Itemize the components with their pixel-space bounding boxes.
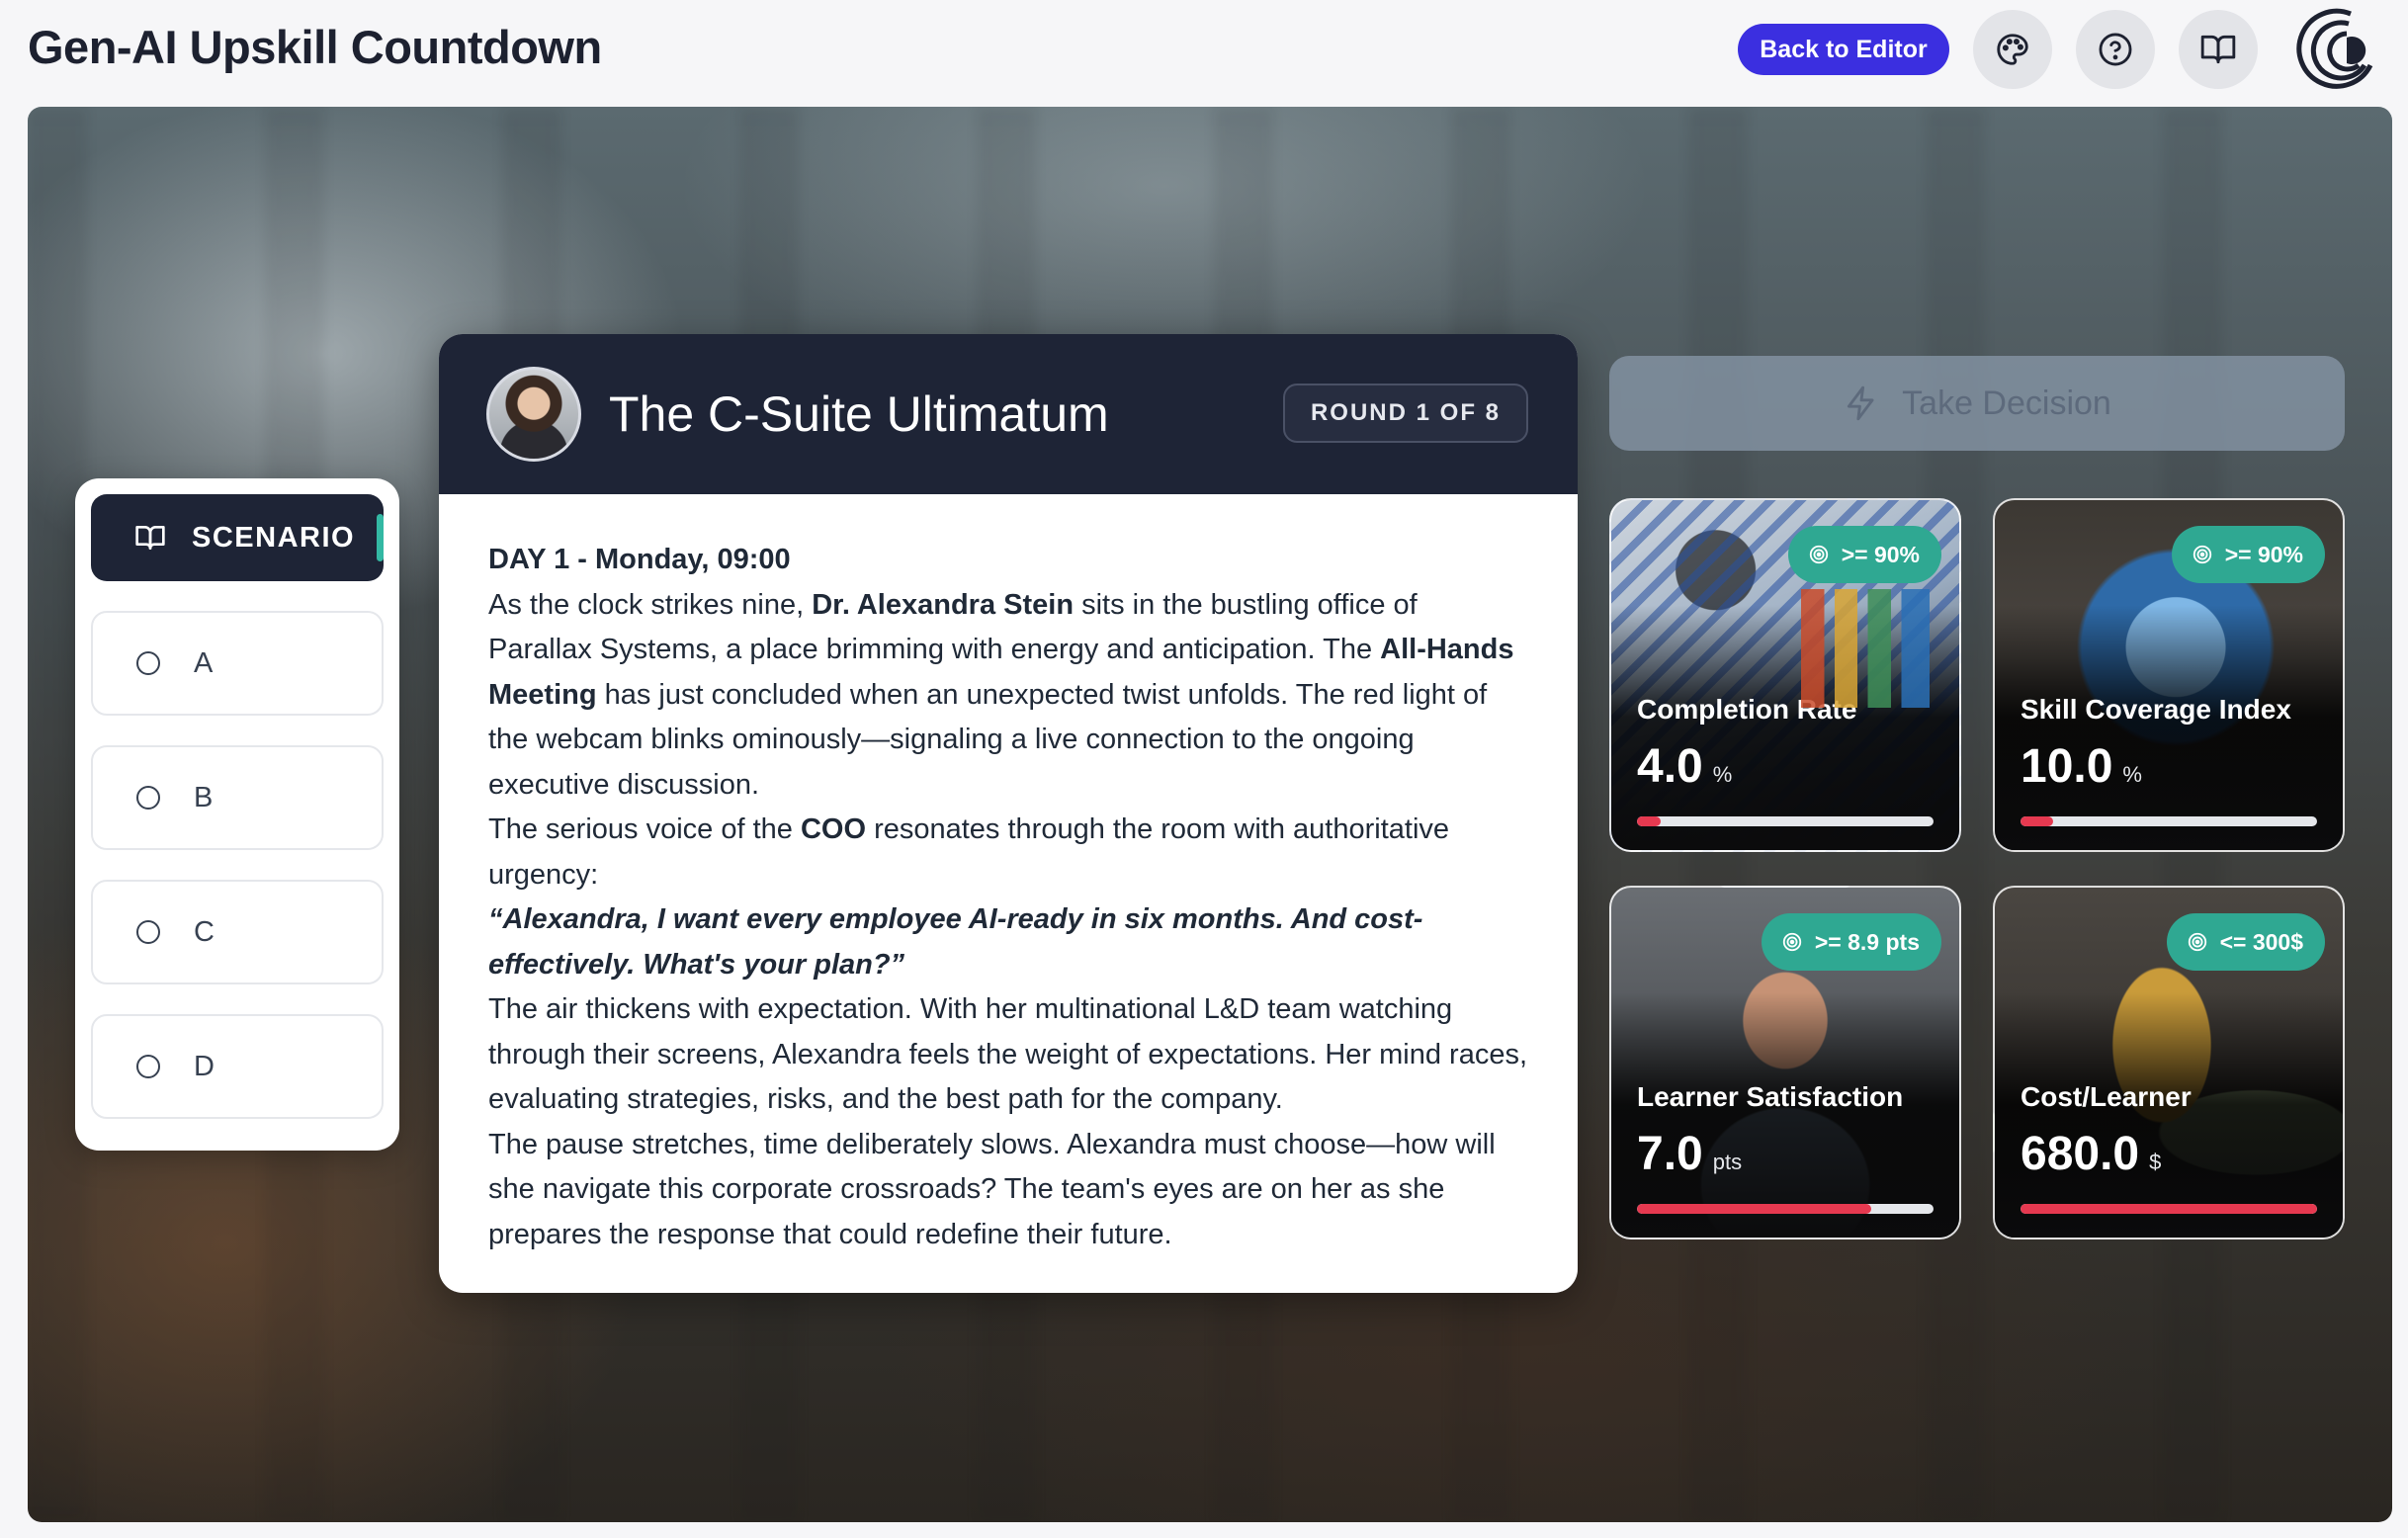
- back-to-editor-button[interactable]: Back to Editor: [1738, 24, 1949, 75]
- kpi-skill-coverage: >= 90% Skill Coverage Index 10.0%: [1993, 498, 2345, 852]
- kpi-completion-rate: >= 90% Completion Rate 4.0%: [1609, 498, 1961, 852]
- option-b[interactable]: B: [91, 745, 384, 850]
- option-d[interactable]: D: [91, 1014, 384, 1119]
- theme-button[interactable]: [1973, 10, 2052, 89]
- scenario-tab-label: SCENARIO: [192, 521, 356, 554]
- book-icon: [2200, 35, 2236, 64]
- kpi-learner-satisfaction: >= 8.9 pts Learner Satisfaction 7.0 pts: [1609, 886, 1961, 1239]
- avatar: [486, 367, 581, 462]
- kpi-value: 7.0 pts: [1637, 1128, 1743, 1180]
- take-decision-button[interactable]: Take Decision: [1609, 356, 2345, 451]
- kpi-label: Cost/Learner: [2021, 1081, 2192, 1112]
- kpi-progress: [2021, 816, 2317, 826]
- target-icon: [2192, 544, 2213, 565]
- option-a[interactable]: A: [91, 611, 384, 716]
- scenario-header: The C-Suite Ultimatum ROUND 1 OF 8: [439, 334, 1578, 494]
- scenario-tab[interactable]: SCENARIO: [91, 494, 384, 581]
- option-label: C: [194, 915, 215, 948]
- palette-icon: [1997, 34, 2028, 65]
- kpi-label: Learner Satisfaction: [1637, 1081, 1904, 1112]
- book-open-icon: [134, 522, 166, 554]
- kpi-target-badge: >= 90%: [2171, 526, 2325, 583]
- choice-panel: SCENARIO A B C D: [75, 478, 399, 1151]
- kpi-label: Completion Rate: [1637, 694, 1857, 725]
- radio-icon: [136, 786, 160, 810]
- option-label: D: [194, 1050, 215, 1082]
- radio-icon: [136, 651, 160, 675]
- coo-quote: “Alexandra, I want every employee AI-rea…: [488, 903, 1423, 981]
- kpi-value: 4.0%: [1637, 740, 1733, 793]
- kpi-cost-per-learner: <= 300$ Cost/Learner 680.0 $: [1993, 886, 2345, 1239]
- kpi-progress: [1637, 816, 1934, 826]
- option-label: B: [194, 781, 214, 813]
- target-icon: [1781, 931, 1803, 953]
- scenario-day: DAY 1 - Monday, 09:00: [488, 544, 791, 575]
- kpi-target-badge: <= 300$: [2166, 913, 2325, 971]
- game-stage: SCENARIO A B C D The C-Suite Ultimatum R…: [28, 107, 2392, 1522]
- option-label: A: [194, 646, 214, 679]
- kpi-target-badge: >= 90%: [1787, 526, 1941, 583]
- lightning-icon: [1843, 384, 1880, 422]
- guide-button[interactable]: [2179, 10, 2258, 89]
- option-c[interactable]: C: [91, 880, 384, 984]
- kpi-value: 10.0%: [2021, 740, 2142, 793]
- kpi-target-badge: >= 8.9 pts: [1761, 913, 1941, 971]
- app-logo-icon: [2296, 8, 2373, 89]
- round-badge: ROUND 1 OF 8: [1282, 384, 1528, 443]
- kpi-label: Skill Coverage Index: [2021, 694, 2291, 725]
- kpi-progress: [2021, 1204, 2317, 1214]
- scenario-card: The C-Suite Ultimatum ROUND 1 OF 8 DAY 1…: [439, 334, 1578, 1293]
- help-button[interactable]: [2076, 10, 2155, 89]
- radio-icon: [136, 1055, 160, 1078]
- kpi-value: 680.0 $: [2021, 1128, 2162, 1180]
- target-icon: [2187, 931, 2208, 953]
- scenario-paragraph: The air thickens with expectation. With …: [488, 993, 1528, 1115]
- scenario-title: The C-Suite Ultimatum: [609, 386, 1109, 442]
- scenario-text: DAY 1 - Monday, 09:00 As the clock strik…: [439, 494, 1578, 1257]
- scenario-paragraph: The pause stretches, time deliberately s…: [488, 1128, 1496, 1250]
- take-decision-label: Take Decision: [1902, 384, 2111, 422]
- radio-icon: [136, 920, 160, 944]
- kpi-progress: [1637, 1204, 1934, 1214]
- app-title: Gen-AI Upskill Countdown: [28, 21, 602, 73]
- target-icon: [1808, 544, 1830, 565]
- scenario-paragraph: As the clock strikes nine, Dr. Alexandra…: [488, 588, 1514, 801]
- scenario-paragraph: The serious voice of the COO resonates t…: [488, 813, 1450, 891]
- help-icon: [2099, 33, 2132, 66]
